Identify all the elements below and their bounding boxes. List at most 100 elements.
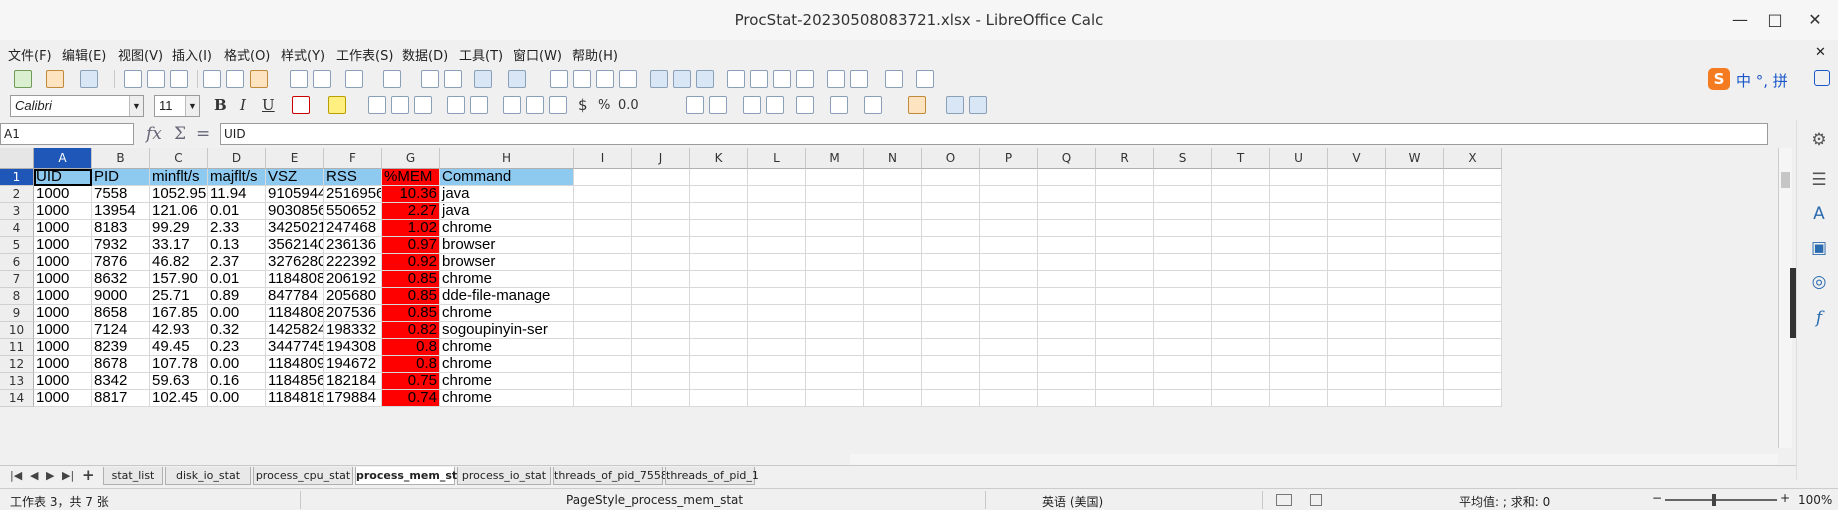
table-cell[interactable]: [690, 373, 748, 390]
column-header[interactable]: M: [806, 148, 864, 169]
align-center-icon[interactable]: [391, 96, 409, 114]
table-cell[interactable]: [1038, 322, 1096, 339]
table-cell[interactable]: [1096, 373, 1154, 390]
table-cell[interactable]: [1154, 254, 1212, 271]
table-cell[interactable]: [574, 220, 632, 237]
comment-icon[interactable]: [773, 70, 791, 88]
selection-mode-icon[interactable]: [1276, 494, 1292, 506]
row-header[interactable]: 2: [0, 186, 34, 203]
table-cell[interactable]: [922, 373, 980, 390]
table-cell[interactable]: [806, 305, 864, 322]
align-right-icon[interactable]: [414, 96, 432, 114]
table-cell[interactable]: 11848093: [266, 356, 324, 373]
table-cell[interactable]: [980, 288, 1038, 305]
gear-icon[interactable]: ⚙: [1809, 130, 1829, 150]
table-cell[interactable]: 0.01: [208, 271, 266, 288]
table-cell[interactable]: [690, 254, 748, 271]
table-cell[interactable]: 46.82: [150, 254, 208, 271]
sheet-tab[interactable]: disk_io_stat: [165, 467, 251, 485]
table-cell[interactable]: 0.75: [382, 373, 440, 390]
table-cell[interactable]: 13954: [92, 203, 150, 220]
table-cell[interactable]: 8632: [92, 271, 150, 288]
conditional-format-icon[interactable]: [908, 96, 926, 114]
table-cell[interactable]: [748, 220, 806, 237]
table-cell[interactable]: [1444, 254, 1502, 271]
table-cell[interactable]: [1386, 356, 1444, 373]
insert-chart-icon[interactable]: [673, 70, 691, 88]
column-header[interactable]: P: [980, 148, 1038, 169]
define-print-area-icon[interactable]: [827, 70, 845, 88]
table-cell[interactable]: [1096, 254, 1154, 271]
header-cell[interactable]: [1444, 169, 1502, 186]
table-cell[interactable]: [864, 186, 922, 203]
column-header[interactable]: C: [150, 148, 208, 169]
header-cell[interactable]: [980, 169, 1038, 186]
table-cell[interactable]: [1328, 237, 1386, 254]
table-cell[interactable]: [690, 339, 748, 356]
table-cell[interactable]: [1212, 339, 1270, 356]
table-cell[interactable]: 1000: [34, 203, 92, 220]
table-cell[interactable]: [1386, 220, 1444, 237]
table-cell[interactable]: 8239: [92, 339, 150, 356]
table-cell[interactable]: [1386, 288, 1444, 305]
table-cell[interactable]: [748, 339, 806, 356]
table-cell[interactable]: chrome: [440, 339, 574, 356]
table-cell[interactable]: [864, 305, 922, 322]
table-cell[interactable]: 99.29: [150, 220, 208, 237]
zoom-in-button[interactable]: +: [1780, 491, 1790, 505]
header-cell[interactable]: [1038, 169, 1096, 186]
table-cell[interactable]: 222392: [324, 254, 382, 271]
table-cell[interactable]: 0.32: [208, 322, 266, 339]
table-cell[interactable]: [690, 322, 748, 339]
table-cell[interactable]: 1000: [34, 373, 92, 390]
table-cell[interactable]: [864, 390, 922, 407]
table-cell[interactable]: 0.00: [208, 390, 266, 407]
select-all-corner[interactable]: [0, 148, 34, 169]
increase-indent-icon[interactable]: [743, 96, 761, 114]
header-cell[interactable]: [1096, 169, 1154, 186]
table-cell[interactable]: 34477456: [266, 339, 324, 356]
maximize-button[interactable]: □: [1760, 8, 1790, 32]
column-header[interactable]: I: [574, 148, 632, 169]
table-cell[interactable]: [1328, 356, 1386, 373]
table-cell[interactable]: [1444, 339, 1502, 356]
table-cell[interactable]: [1270, 288, 1328, 305]
ime-settings-icon[interactable]: [1814, 70, 1830, 86]
table-cell[interactable]: [574, 305, 632, 322]
row-header[interactable]: 3: [0, 203, 34, 220]
bold-button[interactable]: B: [214, 96, 227, 114]
table-cell[interactable]: [1212, 390, 1270, 407]
spelling-icon[interactable]: [444, 70, 462, 88]
chevron-down-icon[interactable]: ▼: [185, 96, 199, 116]
table-cell[interactable]: 8678: [92, 356, 150, 373]
undo-icon[interactable]: [345, 70, 363, 88]
border-color-icon[interactable]: [864, 96, 882, 114]
table-cell[interactable]: [1154, 203, 1212, 220]
add-decimal-icon[interactable]: [686, 96, 704, 114]
table-cell[interactable]: 59.63: [150, 373, 208, 390]
table-cell[interactable]: [1444, 305, 1502, 322]
column-header[interactable]: G: [382, 148, 440, 169]
column-header[interactable]: L: [748, 148, 806, 169]
table-cell[interactable]: 1000: [34, 356, 92, 373]
header-cell[interactable]: [806, 169, 864, 186]
table-cell[interactable]: 1000: [34, 254, 92, 271]
table-cell[interactable]: 207536: [324, 305, 382, 322]
table-cell[interactable]: [574, 356, 632, 373]
underline-button[interactable]: U: [262, 96, 275, 114]
table-cell[interactable]: 0.00: [208, 356, 266, 373]
column-header[interactable]: S: [1154, 148, 1212, 169]
table-cell[interactable]: [1038, 186, 1096, 203]
menu-edit[interactable]: 编辑(E): [62, 45, 106, 64]
sheet-tab[interactable]: threads_of_pid_1: [665, 467, 759, 485]
table-cell[interactable]: [1386, 254, 1444, 271]
table-cell[interactable]: [1096, 356, 1154, 373]
table-cell[interactable]: 198332: [324, 322, 382, 339]
autoformat-icon[interactable]: [969, 96, 987, 114]
table-cell[interactable]: [1154, 339, 1212, 356]
row-icon[interactable]: [474, 70, 492, 88]
row-header[interactable]: 10: [0, 322, 34, 339]
print-preview-icon[interactable]: [170, 70, 188, 88]
navigator-icon[interactable]: ◎: [1809, 272, 1829, 292]
table-cell[interactable]: [1444, 356, 1502, 373]
